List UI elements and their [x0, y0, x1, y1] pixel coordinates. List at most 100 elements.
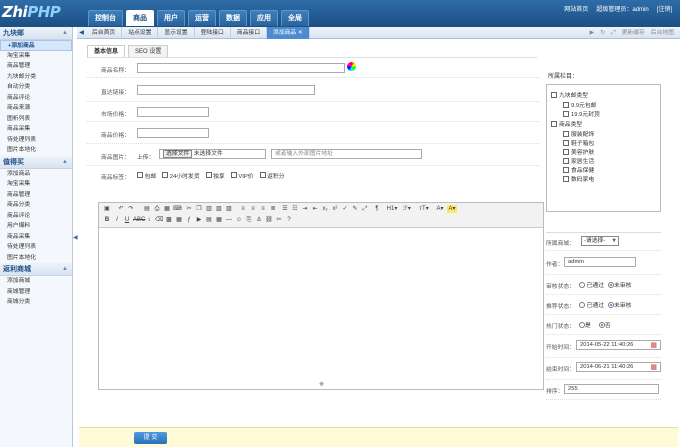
price-input[interactable] [137, 128, 209, 138]
sidebar-item[interactable]: 添加商品 [0, 169, 72, 180]
copy-icon[interactable]: ❐ [195, 205, 203, 213]
tab-home[interactable]: 后台首页 [86, 27, 123, 39]
preview-icon[interactable]: ▤ [143, 205, 151, 213]
italic-icon[interactable]: I [113, 216, 121, 224]
submit-button[interactable]: 提 交 [134, 432, 167, 444]
highlight-icon[interactable]: A▾ [447, 205, 457, 213]
editor-content-area[interactable] [99, 229, 543, 379]
nav-users[interactable]: 用户 [157, 10, 185, 26]
sidebar-item[interactable]: 图析列表 [0, 114, 72, 125]
start-time-input[interactable]: 2014-05-22 11:40:26 ▦ [576, 340, 661, 350]
tab-scroll-left-icon[interactable]: ◀ [77, 27, 86, 39]
nav-global[interactable]: 全局 [281, 10, 309, 26]
sidebar-item[interactable]: 商城分类 [0, 297, 72, 308]
update-cache-button[interactable]: 更新缓存 [622, 27, 645, 39]
mall-select[interactable]: -请选择- ▼ [581, 236, 619, 246]
superscript-icon[interactable]: x² [331, 205, 339, 213]
category-item[interactable]: 9.9元包邮 [563, 100, 596, 109]
select-all-icon[interactable]: ✎ [351, 205, 359, 213]
emoticon-icon[interactable]: ☺ [235, 216, 243, 224]
author-input[interactable]: admin [564, 257, 636, 267]
image-icon[interactable]: ▩ [165, 216, 173, 224]
undo-icon[interactable]: ↶ [117, 205, 125, 213]
anchor-icon[interactable]: ⚓ [255, 216, 263, 224]
about-icon[interactable]: ? [285, 216, 293, 224]
format-block-icon[interactable]: ¶ [373, 205, 381, 213]
sidebar-item[interactable]: 九块邮分类 [0, 72, 72, 83]
image-url-input[interactable]: 或者输入外部图片地址 [271, 149, 422, 159]
table-icon[interactable]: ▦ [215, 216, 223, 224]
sidebar-item[interactable]: 自动分类 [0, 82, 72, 93]
tab-goods-api[interactable]: 商品接口 [231, 27, 268, 39]
nav-goods[interactable]: 商品 [126, 10, 154, 26]
recommend-approved-radio[interactable]: 已通过 [579, 300, 604, 309]
insert-file-icon[interactable]: ▤ [205, 216, 213, 224]
tab-login-api[interactable]: 登陆接口 [195, 27, 231, 39]
fullscreen-icon[interactable]: ⤢ [611, 27, 616, 39]
sidebar-item[interactable]: 待处理列表 [0, 135, 72, 146]
sidebar-item[interactable]: 图片本地化 [0, 145, 72, 156]
multi-image-icon[interactable]: ▦ [175, 216, 183, 224]
nav-data[interactable]: 数据 [219, 10, 247, 26]
subscript-icon[interactable]: x₂ [321, 205, 329, 213]
category-item[interactable]: 鞋子箱包 [563, 138, 594, 147]
hot-yes-radio[interactable]: 是 [579, 320, 591, 329]
end-time-input[interactable]: 2014-06-21 11:40:26 ▦ [576, 362, 661, 372]
sidebar-item-add-goods[interactable]: +添加商品 [0, 40, 72, 51]
link-input[interactable] [137, 85, 315, 95]
nav-console[interactable]: 控制台 [88, 10, 123, 26]
category-item[interactable]: 食品保健 [563, 165, 594, 174]
sidebar-item[interactable]: 商品评论 [0, 93, 72, 104]
sidebar-item[interactable]: 淘宝采集 [0, 51, 72, 62]
recommend-pending-radio[interactable]: 未审核 [608, 300, 631, 309]
file-chooser[interactable]: 选择文件 未选择文件 [159, 149, 266, 159]
hot-no-radio[interactable]: 否 [598, 320, 611, 329]
sidebar-section-jiukuaiyou[interactable]: 九块邮 ▲ [0, 27, 72, 40]
outdent-icon[interactable]: ⇤ [311, 205, 319, 213]
nav-apps[interactable]: 应用 [250, 10, 278, 26]
market-price-input[interactable] [137, 107, 209, 117]
sidebar-section-fanli[interactable]: 返利商城 ▲ [0, 263, 72, 276]
sidebar-item[interactable]: 商城管理 [0, 287, 72, 298]
sidebar-item[interactable]: 商品管理 [0, 190, 72, 201]
clear-format-icon[interactable]: ✓ [341, 205, 349, 213]
category-item[interactable]: 数码家电 [563, 174, 594, 183]
fullscreen-editor-icon[interactable]: ⤢ [361, 205, 369, 213]
paste-word-icon[interactable]: ▨ [225, 205, 233, 213]
sidebar-item[interactable]: 商品分类 [0, 200, 72, 211]
category-item[interactable]: 美容护肤 [563, 147, 594, 156]
print-icon[interactable]: ⎙ [153, 205, 161, 213]
tab-site-settings[interactable]: 站点设置 [122, 27, 159, 39]
resize-handle-icon[interactable]: ✥ [319, 381, 324, 388]
tab-display-settings[interactable]: 显示设置 [158, 27, 195, 39]
sidebar-item[interactable]: 商品采集 [0, 124, 72, 135]
tab-basic-info[interactable]: 基本信息 [87, 45, 126, 57]
code-icon[interactable]: ⌨ [173, 205, 182, 213]
admin-map-button[interactable]: 后台地图 [651, 27, 674, 39]
unordered-list-icon[interactable]: ☷ [291, 205, 299, 213]
tag-24h-shipping[interactable]: 24小时发货 [162, 171, 200, 180]
align-right-icon[interactable]: ≡ [259, 205, 267, 213]
flash-icon[interactable]: ƒ [185, 216, 193, 224]
tab-seo-settings[interactable]: SEO 设置 [128, 45, 169, 57]
tag-exclusive[interactable]: 独享 [205, 171, 225, 180]
refresh-icon[interactable]: ↻ [600, 27, 605, 39]
category-item[interactable]: 家居生活 [563, 156, 594, 165]
font-color-icon[interactable]: A▾ [435, 205, 445, 213]
sort-input[interactable]: 255 [564, 384, 659, 394]
calendar-icon[interactable]: ▦ [650, 364, 657, 372]
horizontal-rule-icon[interactable]: — [225, 216, 233, 224]
line-height-icon[interactable]: ↕ [145, 216, 153, 224]
sidebar-item[interactable]: 淘宝采集 [0, 179, 72, 190]
sidebar-section-zhidemai[interactable]: 值得买 ▲ [0, 155, 72, 169]
sidebar-item[interactable]: 图片本地化 [0, 253, 72, 264]
tag-free-shipping[interactable]: 包邮 [137, 171, 156, 180]
paste-icon[interactable]: ▥ [205, 205, 213, 213]
heading-icon[interactable]: H1▾ [385, 205, 399, 213]
media-icon[interactable]: ▶ [195, 216, 203, 224]
color-picker-icon[interactable] [347, 62, 356, 71]
align-left-icon[interactable]: ≡ [239, 205, 247, 213]
sidebar-item[interactable]: 用户爆料 [0, 221, 72, 232]
collapse-sidebar-icon[interactable]: ◀ [73, 234, 78, 241]
nav-operations[interactable]: 运营 [188, 10, 216, 26]
